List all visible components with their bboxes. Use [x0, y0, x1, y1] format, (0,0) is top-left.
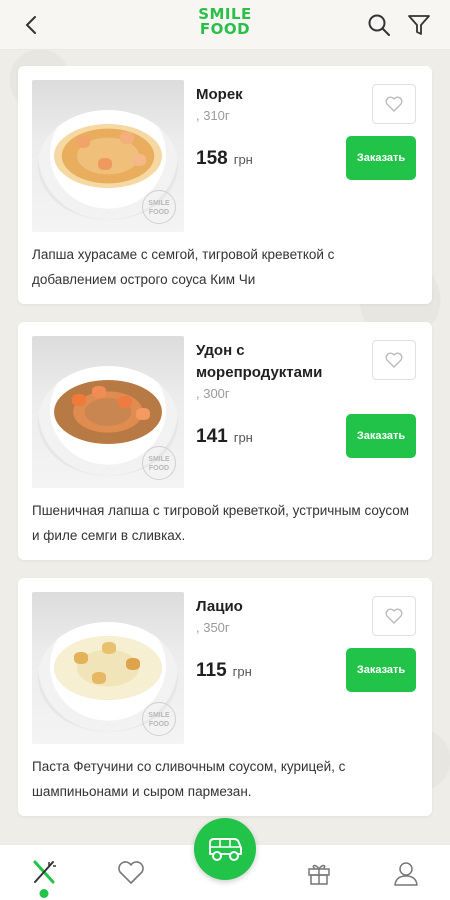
- heart-icon: [385, 96, 403, 112]
- menu-icon: [33, 860, 56, 883]
- heart-icon: [385, 608, 403, 624]
- delivery-car-icon: [209, 838, 242, 861]
- favorite-button[interactable]: [372, 596, 416, 636]
- watermark-stamp: SMILE FOOD: [142, 446, 176, 480]
- watermark-stamp: SMILE FOOD: [142, 190, 176, 224]
- product-weight: , 300г: [196, 386, 230, 401]
- favorite-button[interactable]: [372, 84, 416, 124]
- heart-icon: [118, 860, 145, 884]
- currency-label: грн: [233, 430, 253, 445]
- product-price: 115: [196, 660, 227, 681]
- nav-gifts[interactable]: [294, 848, 344, 898]
- product-card: SMILE FOOD Удон с морепродуктами , 300г …: [18, 322, 432, 560]
- favorite-button[interactable]: [372, 340, 416, 380]
- product-image[interactable]: SMILE FOOD: [32, 80, 184, 232]
- gift-icon: [307, 864, 330, 885]
- logo-line-2: FOOD: [199, 20, 251, 38]
- product-title: Морек: [196, 86, 243, 103]
- watermark-stamp: SMILE FOOD: [142, 702, 176, 736]
- smile-food-logo[interactable]: SMILE FOOD: [195, 7, 255, 37]
- active-indicator: [39, 888, 49, 898]
- currency-label: грн: [232, 664, 252, 679]
- order-button[interactable]: Заказать: [346, 136, 416, 180]
- cart-fab-button[interactable]: [194, 818, 256, 880]
- filter-icon: [408, 14, 430, 35]
- product-image[interactable]: SMILE FOOD: [32, 336, 184, 488]
- nav-menu[interactable]: [19, 848, 69, 898]
- profile-icon: [394, 861, 418, 886]
- back-button[interactable]: [14, 8, 48, 42]
- order-button[interactable]: Заказать: [346, 648, 416, 692]
- product-description: Лапша хурасаме с семгой, тигровой кревет…: [32, 247, 335, 287]
- filter-button[interactable]: [402, 8, 436, 42]
- search-icon: [368, 14, 390, 36]
- product-price: 158: [196, 148, 228, 169]
- app-header: SMILE FOOD: [0, 0, 450, 50]
- product-card: SMILE FOOD Морек , 310г 158 грн Заказать…: [18, 66, 432, 304]
- product-title: Удон с морепродуктами: [196, 342, 323, 381]
- product-card: SMILE FOOD Лацио , 350г 115 грн Заказать…: [18, 578, 432, 816]
- nav-favorites[interactable]: [106, 848, 156, 898]
- currency-label: грн: [233, 152, 253, 167]
- search-button[interactable]: [362, 8, 396, 42]
- back-arrow-icon: [25, 15, 36, 34]
- heart-icon: [385, 352, 403, 368]
- order-button[interactable]: Заказать: [346, 414, 416, 458]
- product-description: Пшеничная лапша с тигровой креветкой, ус…: [32, 503, 410, 543]
- product-list: SMILE FOOD Морек , 310г 158 грн Заказать…: [18, 66, 432, 834]
- product-description: Паста Фетучини со сливочным соусом, кури…: [32, 759, 346, 799]
- product-title: Лацио: [196, 598, 243, 615]
- product-price: 141: [196, 426, 228, 447]
- nav-profile[interactable]: [381, 848, 431, 898]
- product-image[interactable]: SMILE FOOD: [32, 592, 184, 744]
